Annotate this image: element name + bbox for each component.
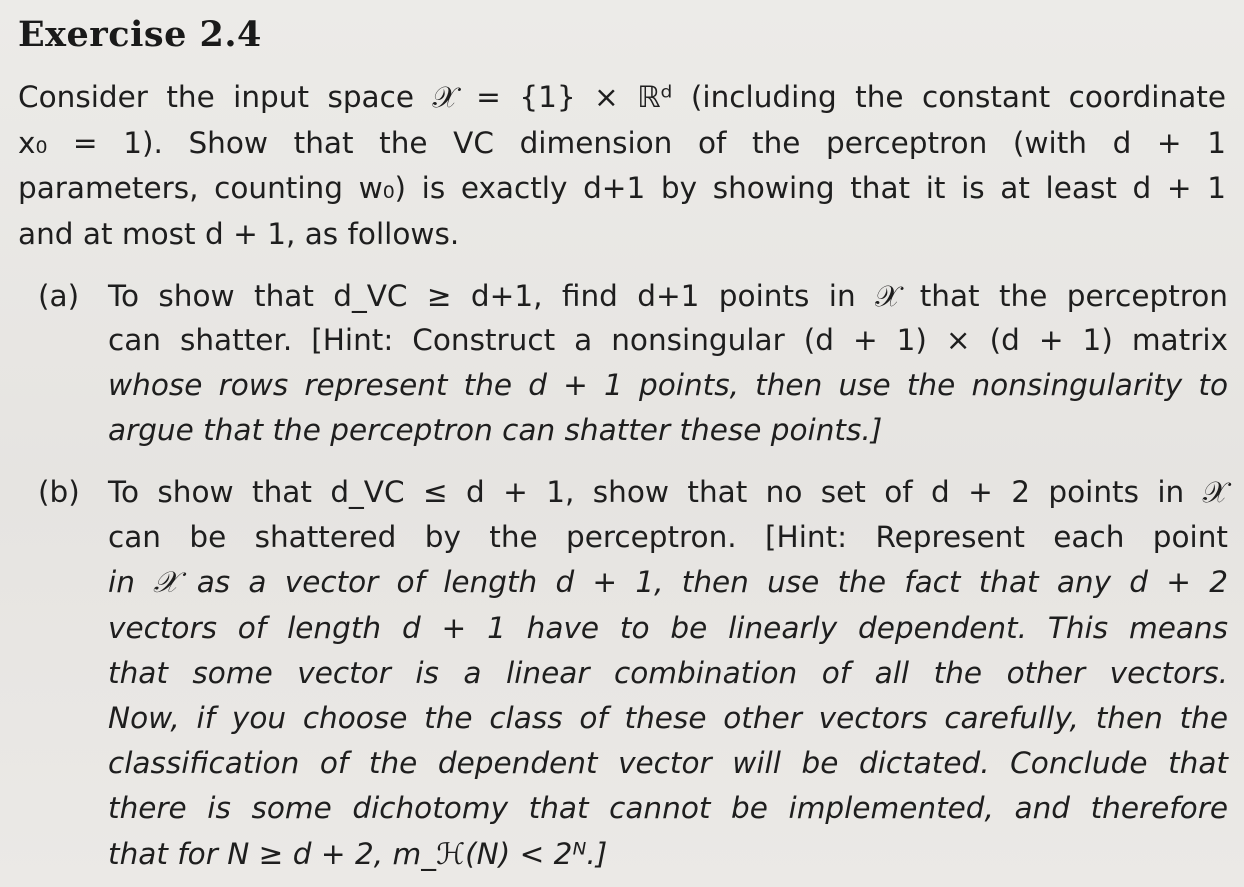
- part-b-line-5: that some vector is a linear combination…: [108, 656, 1228, 690]
- exercise-page: Exercise 2.4 Consider the input space 𝒳 …: [0, 0, 1244, 887]
- part-a-line-4: argue that the perceptron can shatter th…: [108, 413, 883, 447]
- intro-line-3: parameters, counting w₀) is exactly d+1 …: [18, 171, 1226, 205]
- part-b-line-9: that for N ≥ d + 2, m_ℋ(N) < 2ᴺ.]: [108, 837, 608, 871]
- intro-line-1: Consider the input space 𝒳 = {1} × ℝᵈ (i…: [18, 80, 1226, 114]
- part-a-label: (a): [38, 279, 80, 313]
- part-a-line-2: can shatter. [Hint: Construct a nonsingu…: [108, 323, 1228, 357]
- part-a-line-1: To show that d_VC ≥ d+1, find d+1 points…: [108, 279, 1228, 313]
- part-a-line-3: whose rows represent the d + 1 points, t…: [108, 368, 1228, 402]
- part-b-label: (b): [38, 475, 80, 509]
- part-b-line-7: classification of the dependent vector w…: [108, 746, 1228, 780]
- intro-line-4: and at most d + 1, as follows.: [18, 217, 460, 251]
- intro-line-2: x₀ = 1). Show that the VC dimension of t…: [18, 126, 1226, 160]
- part-b-line-2: can be shattered by the perceptron. [Hin…: [108, 520, 1228, 554]
- part-b-line-3: in 𝒳 as a vector of length d + 1, then u…: [108, 565, 1228, 599]
- part-b-line-4: vectors of length d + 1 have to be linea…: [108, 611, 1228, 645]
- part-b-line-1: To show that d_VC ≤ d + 1, show that no …: [108, 475, 1228, 509]
- part-b-line-8: there is some dichotomy that cannot be i…: [108, 791, 1228, 825]
- exercise-title: Exercise 2.4: [18, 14, 262, 55]
- part-b-line-6: Now, if you choose the class of these ot…: [108, 701, 1228, 735]
